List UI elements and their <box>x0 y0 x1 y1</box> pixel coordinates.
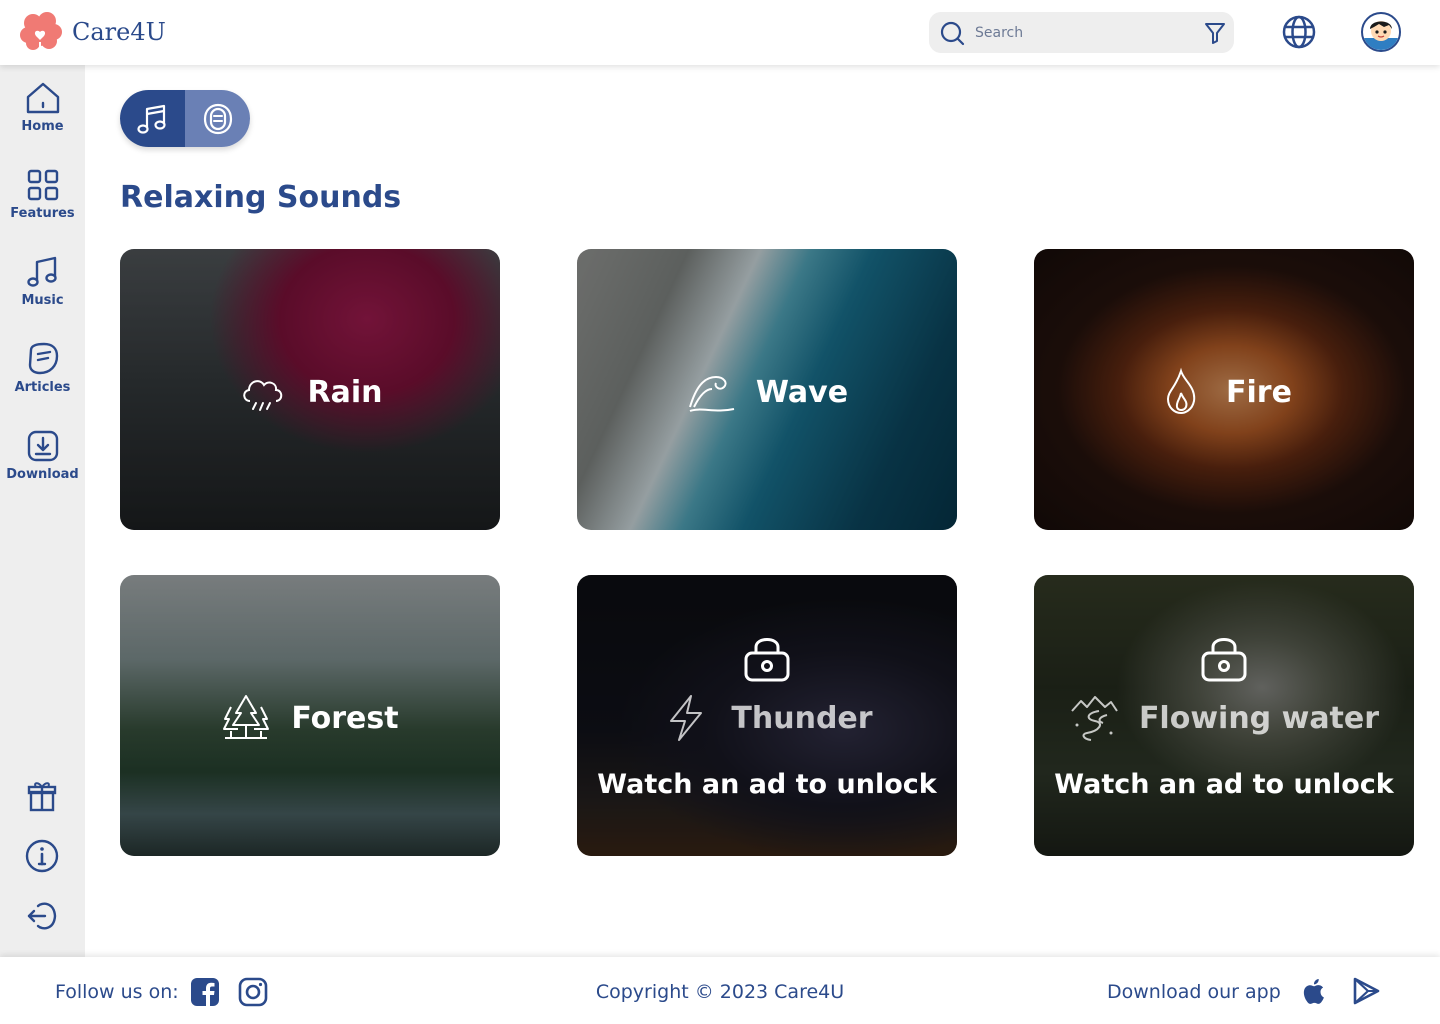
sidebar-item-articles[interactable]: Articles <box>0 340 85 395</box>
music-note-icon <box>26 256 57 287</box>
sidebar-item-home[interactable]: Home <box>0 79 85 134</box>
footer: Follow us on: Copyright © 2023 Care4U Do… <box>0 957 1440 1024</box>
flame-icon <box>1167 367 1196 415</box>
download-icon <box>27 430 58 462</box>
toggle-music[interactable] <box>120 90 185 147</box>
brain-logo-icon <box>20 12 62 52</box>
info-icon[interactable] <box>24 838 60 874</box>
gift-icon[interactable] <box>24 778 60 814</box>
unlock-text[interactable]: Watch an ad to unlock <box>577 769 957 800</box>
card-title: Fire <box>1226 374 1292 410</box>
sidebar-item-label: Music <box>21 293 64 308</box>
card-title: Flowing water <box>1138 700 1380 736</box>
search-icon[interactable] <box>939 20 965 46</box>
google-play-icon[interactable] <box>1351 976 1381 1006</box>
page-title: Relaxing Sounds <box>120 180 402 215</box>
forest-icon <box>223 695 270 739</box>
card-title: Forest <box>291 700 399 736</box>
avatar-face-icon <box>1363 21 1399 50</box>
sidebar-item-features[interactable]: Features <box>0 166 85 221</box>
card-title: Rain <box>307 374 383 410</box>
sidebar: Home Features Music Articles Download <box>0 65 85 957</box>
card-label: Flowing water <box>1034 693 1414 743</box>
music-note-icon <box>136 104 166 134</box>
grid-icon <box>27 169 58 201</box>
sidebar-item-label: Download <box>6 467 79 482</box>
brand-name: Care4U <box>72 18 166 46</box>
rain-cloud-icon <box>242 380 282 411</box>
card-label: Forest <box>120 693 500 743</box>
card-label: Fire <box>1034 367 1414 417</box>
sidebar-item-label: Features <box>10 206 75 221</box>
sidebar-item-music[interactable]: Music <box>0 253 85 308</box>
download-app-label: Download our app <box>1107 981 1281 1003</box>
sound-card-rain[interactable]: Rain <box>120 249 500 530</box>
sound-card-fire[interactable]: Fire <box>1034 249 1414 530</box>
card-label: Rain <box>120 367 500 417</box>
card-label: Wave <box>577 367 957 417</box>
sidebar-item-label: Home <box>21 119 64 134</box>
logo[interactable]: Care4U <box>20 10 166 54</box>
apple-icon[interactable] <box>1300 976 1330 1006</box>
home-icon <box>26 82 59 114</box>
search-input[interactable] <box>975 20 1195 45</box>
stream-icon <box>1071 696 1118 741</box>
sound-card-forest[interactable]: Forest <box>120 575 500 856</box>
lock-icon <box>744 638 790 682</box>
sound-mode-toggle <box>120 90 250 147</box>
logout-icon[interactable] <box>24 898 60 934</box>
search-bar <box>929 12 1234 53</box>
wave-icon <box>688 375 735 412</box>
language-globe-icon[interactable] <box>1281 14 1317 50</box>
card-title: Thunder <box>731 700 873 736</box>
card-label: Thunder <box>577 693 957 743</box>
sound-card-flowing-water[interactable]: Flowing water Watch an ad to unlock <box>1034 575 1414 856</box>
articles-icon <box>28 342 58 375</box>
lock-icon <box>1201 638 1247 682</box>
filter-icon[interactable] <box>1203 21 1227 45</box>
sidebar-item-label: Articles <box>14 380 71 395</box>
card-title: Wave <box>755 374 849 410</box>
lightning-icon <box>670 695 703 741</box>
unlock-text[interactable]: Watch an ad to unlock <box>1034 769 1414 800</box>
top-header: Care4U <box>0 0 1440 65</box>
sound-card-thunder[interactable]: Thunder Watch an ad to unlock <box>577 575 957 856</box>
sidebar-item-download[interactable]: Download <box>0 427 85 482</box>
sound-card-wave[interactable]: Wave <box>577 249 957 530</box>
user-avatar[interactable] <box>1361 12 1401 52</box>
meditation-icon <box>203 103 232 134</box>
toggle-meditation[interactable] <box>185 90 250 147</box>
